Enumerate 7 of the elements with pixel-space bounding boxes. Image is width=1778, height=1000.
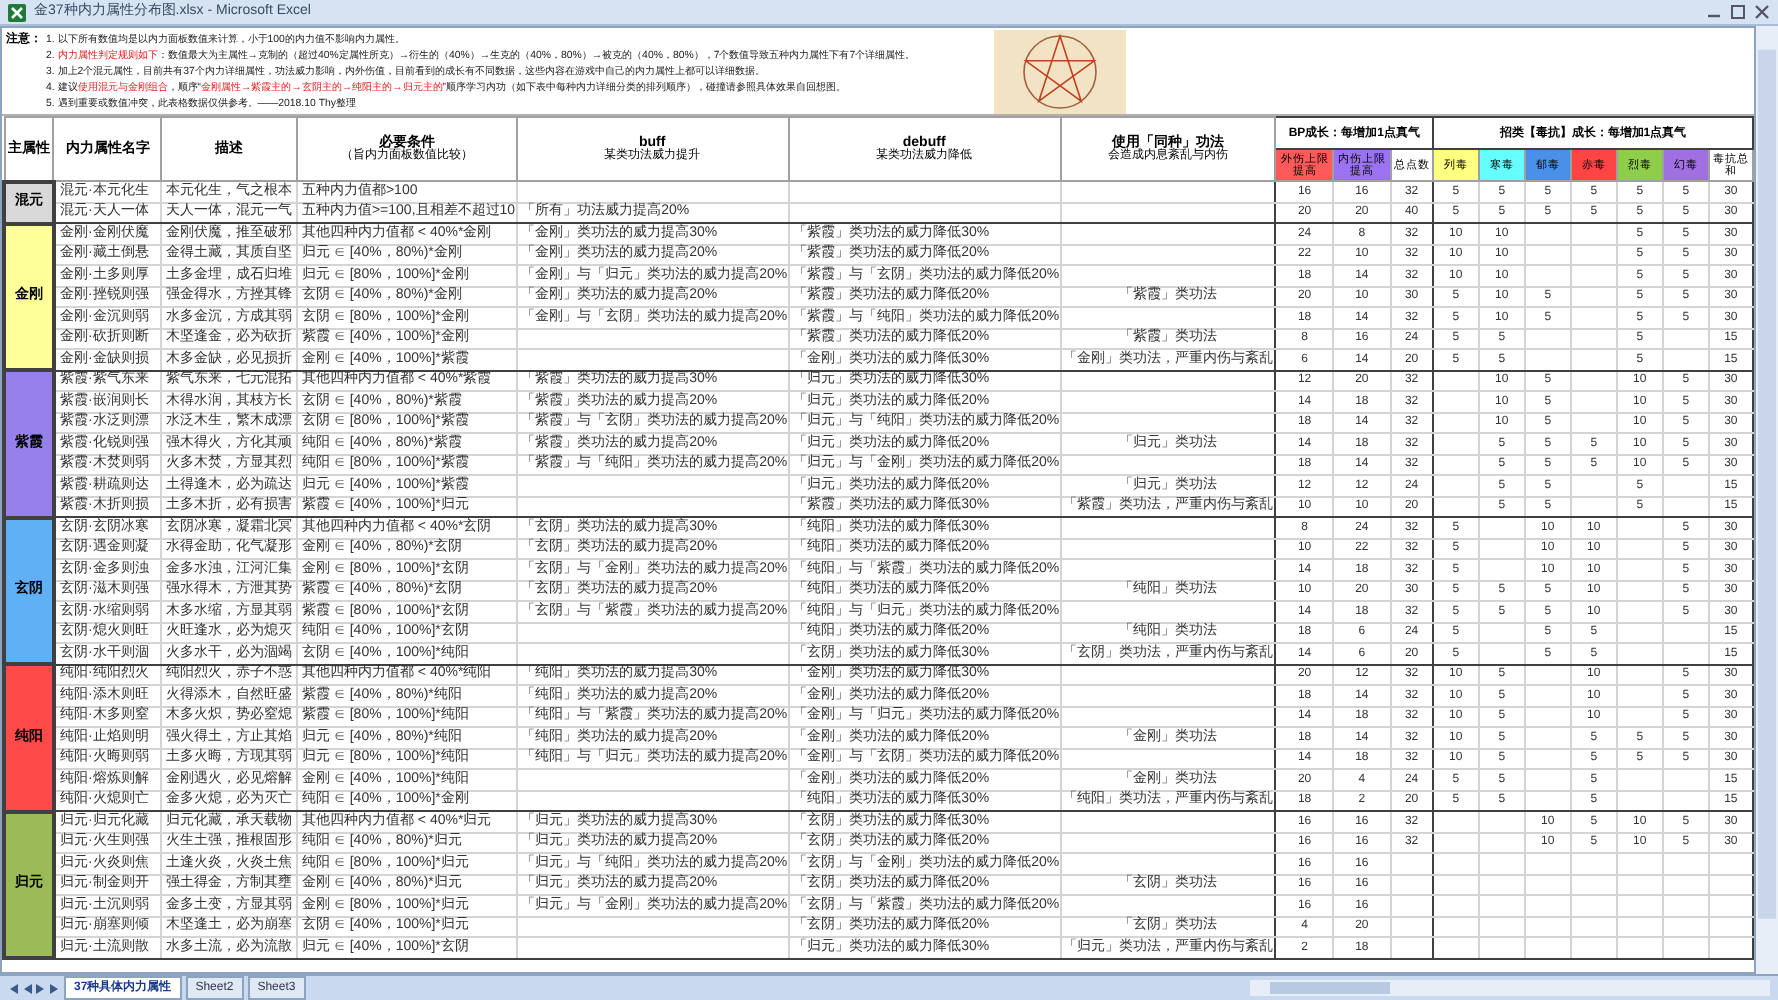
vertical-scrollbar[interactable]	[1756, 26, 1778, 974]
close-icon[interactable]	[1754, 4, 1770, 20]
maximize-icon[interactable]	[1730, 4, 1746, 20]
sheet-navigation-icon[interactable]	[8, 981, 60, 995]
horizontal-scrollbar[interactable]	[1250, 980, 1770, 996]
five-elements-star-drawing	[994, 30, 1126, 114]
spreadsheet-app-icon	[8, 3, 26, 21]
